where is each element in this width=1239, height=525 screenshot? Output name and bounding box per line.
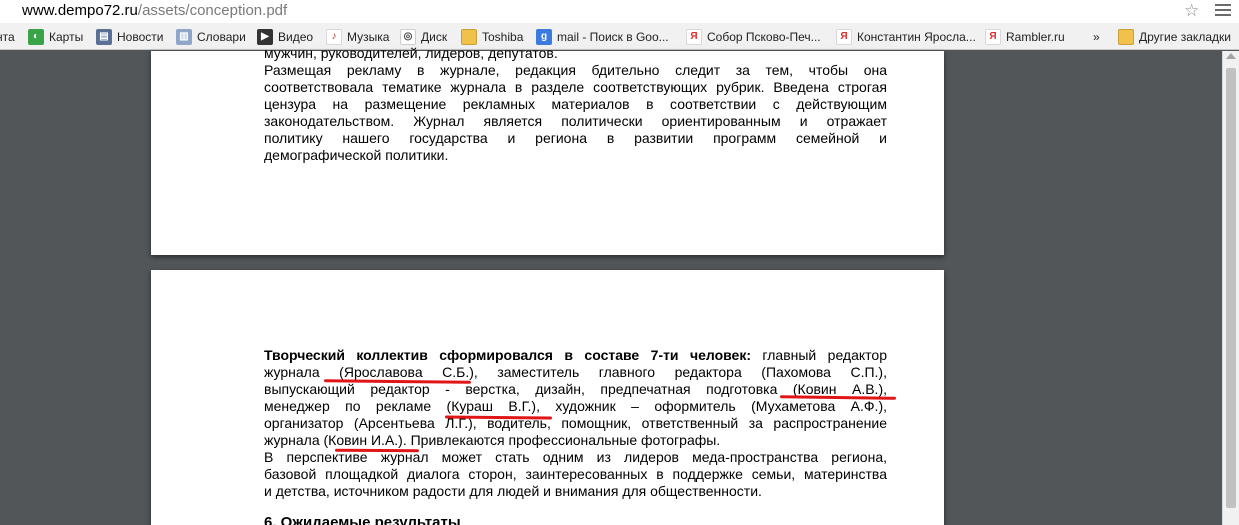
bold-lead: Творческий коллектив сформировался в сос… [264, 347, 752, 363]
disk-icon: ◎ [400, 28, 416, 45]
chrome-menu-icon[interactable] [1215, 4, 1231, 18]
pdf-page: мужчин, руководителей, лидеров, депутато… [151, 45, 944, 255]
text-line: журнала (Ковин И.А.). Привлекаются профе… [264, 432, 721, 448]
bookmark-sobor[interactable]: Я Собор Псково-Печ... [686, 27, 821, 46]
text-line: и детства, источником радости для людей … [264, 483, 762, 499]
text-line: организатор (Арсентьева Л.Г.), водитель,… [264, 415, 887, 431]
url-domain: www.dempo72.ru [22, 2, 138, 19]
folder-icon [1118, 28, 1134, 45]
text-line: менеджер по рекламе (Кураш В.Г.), художн… [264, 398, 887, 414]
pdf-viewer[interactable]: мужчин, руководителей, лидеров, депутато… [0, 45, 1239, 525]
page-text: Творческий коллектив сформировался в сос… [264, 347, 887, 525]
address-bar[interactable]: www.dempo72.ru/assets/conception.pdf ☆ [0, 0, 1239, 23]
scrollbar-thumb[interactable] [1226, 68, 1236, 508]
bookmark-music[interactable]: ♪ Музыка [326, 27, 389, 46]
text-line: мужчин, руководителей, лидеров, депутато… [264, 45, 558, 61]
bookmarks-overflow-button[interactable]: » [1093, 27, 1100, 46]
text-line: Творческий коллектив сформировался в сос… [264, 347, 887, 363]
red-underline-mark [334, 448, 420, 453]
vertical-scrollbar[interactable] [1222, 51, 1239, 525]
yandex-icon: Я [985, 28, 1001, 45]
bookmark-konstantin[interactable]: Я Константин Яросла... [836, 27, 976, 46]
bookmark-dictionaries[interactable]: ▥ Словари [176, 27, 246, 46]
scroll-up-arrow-icon[interactable] [1226, 53, 1236, 59]
yandex-icon: Я [836, 28, 852, 45]
video-icon: ▶ [257, 28, 273, 45]
folder-icon [461, 28, 477, 45]
section-heading: 6. Ожидаемые результаты [264, 514, 461, 525]
bookmark-news[interactable]: ▤ Новости [96, 27, 163, 46]
maps-icon: ◐ [28, 28, 44, 45]
bookmark-folder-toshiba[interactable]: Toshiba [461, 27, 523, 46]
text-line: журнала (Ярославова С.Б.), заместитель г… [264, 364, 887, 380]
other-bookmarks[interactable]: Другие закладки [1118, 27, 1231, 46]
bookmark-video[interactable]: ▶ Видео [257, 27, 313, 46]
page-text: мужчин, руководителей, лидеров, депутато… [264, 45, 887, 164]
text-line: базовой площадкой диалога сторон, заинте… [264, 466, 887, 482]
news-icon: ▤ [96, 28, 112, 45]
bookmark-disk[interactable]: ◎ Диск [400, 27, 447, 46]
bookmark-rambler[interactable]: Я Rambler.ru [985, 27, 1065, 46]
text-line: демографической политики. [264, 147, 449, 163]
dictionary-icon: ▥ [176, 28, 192, 45]
bookmark-item[interactable]: нта [0, 27, 15, 46]
bookmark-maps[interactable]: ◐ Карты [28, 27, 83, 46]
text-line: Размещая рекламу в журнале, редакция бди… [264, 62, 887, 78]
google-icon: g [536, 28, 552, 45]
url-text[interactable]: www.dempo72.ru/assets/conception.pdf [22, 1, 287, 21]
text-line: соответствовала тематике журнала в разде… [264, 79, 887, 95]
text-line: цензура на размещение рекламных материал… [264, 96, 887, 112]
bookmark-google-mail[interactable]: g mail - Поиск в Goo... [536, 27, 669, 46]
url-path: /assets/conception.pdf [137, 2, 288, 19]
pdf-page: Творческий коллектив сформировался в сос… [151, 270, 944, 525]
yandex-icon: Я [686, 28, 702, 45]
music-icon: ♪ [326, 28, 342, 45]
text-line: политику нашего государства и региона в … [264, 130, 887, 146]
bookmark-star-icon[interactable]: ☆ [1184, 0, 1199, 21]
text-line: законодательством. Журнал является полит… [264, 113, 887, 129]
